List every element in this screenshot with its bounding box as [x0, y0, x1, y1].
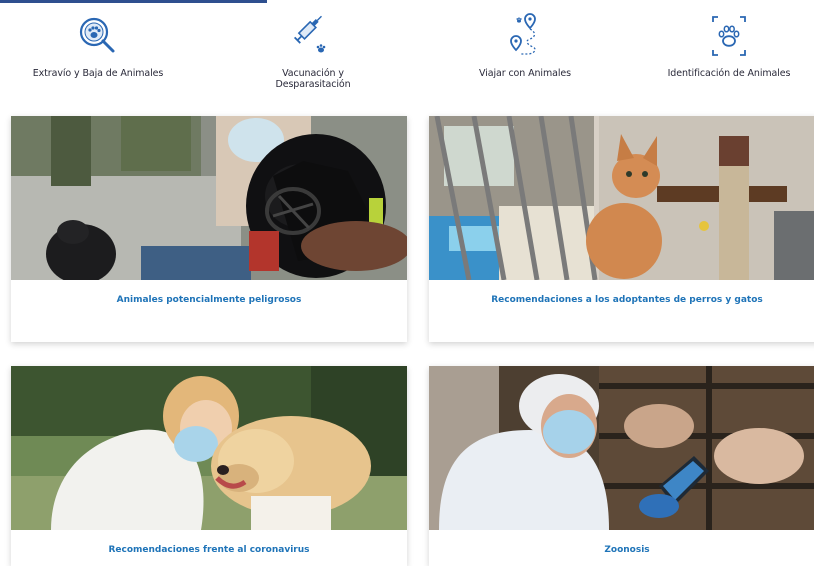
- card-zoonosis[interactable]: Zoonosis: [429, 366, 814, 566]
- vet-mask-tablet-photo: [429, 366, 814, 530]
- service-label: Extravío y Baja de Animales: [32, 68, 164, 79]
- card-adopters-recommendations[interactable]: Recomendaciones a los adoptantes de perr…: [429, 116, 814, 342]
- service-label: Vacunación y Desparasitación: [275, 68, 351, 90]
- syringe-paw-icon: [293, 15, 326, 53]
- card-title: Zoonosis: [604, 545, 650, 555]
- service-label: Identificación de Animales: [667, 68, 791, 79]
- service-vaccination[interactable]: Vacunación y Desparasitación: [213, 10, 413, 90]
- cat-in-shelter-photo: [429, 116, 814, 280]
- card-title: Recomendaciones frente al coronavirus: [108, 545, 310, 555]
- service-identification[interactable]: Identificación de Animales: [629, 10, 814, 79]
- muzzled-dog-photo: [11, 116, 407, 280]
- woman-mask-dog-photo: [11, 366, 407, 530]
- card-title: Recomendaciones a los adoptantes de perr…: [491, 295, 763, 305]
- card-dangerous-animals[interactable]: Animales potencialmente peligrosos: [11, 116, 407, 342]
- card-coronavirus-recommendations[interactable]: Recomendaciones frente al coronavirus: [11, 366, 407, 566]
- services-row: Extravío y Baja de Animales Vacunación y…: [0, 10, 814, 100]
- route-paw-icon: [510, 13, 536, 55]
- service-label: Viajar con Animales: [479, 68, 571, 79]
- scan-paw-icon: [712, 16, 746, 56]
- top-accent-bar: [0, 0, 267, 3]
- card-title: Animales potencialmente peligrosos: [116, 295, 302, 305]
- service-lost-animals[interactable]: Extravío y Baja de Animales: [0, 10, 198, 79]
- service-travel[interactable]: Viajar con Animales: [425, 10, 625, 79]
- search-paw-icon: [79, 17, 115, 53]
